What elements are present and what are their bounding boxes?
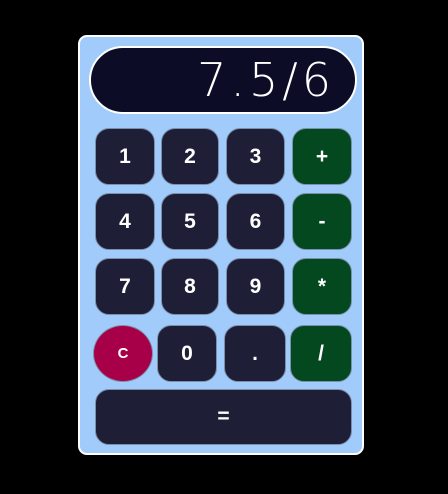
key-5[interactable]: 5 [161, 193, 219, 250]
add-button[interactable]: + [292, 128, 352, 185]
key-2[interactable]: 2 [161, 128, 219, 185]
key-8[interactable]: 8 [161, 258, 219, 315]
key-7[interactable]: 7 [95, 258, 155, 315]
key-9[interactable]: 9 [226, 258, 285, 315]
subtract-button[interactable]: - [292, 193, 352, 250]
decimal-button[interactable]: . [224, 325, 286, 382]
clear-button[interactable]: C [93, 325, 153, 382]
key-3[interactable]: 3 [226, 128, 285, 185]
key-0[interactable]: 0 [157, 325, 217, 382]
display-screen: 7.5/6 [89, 46, 357, 114]
equals-button[interactable]: = [95, 389, 352, 445]
divide-button[interactable]: / [290, 325, 352, 382]
multiply-button[interactable]: * [292, 258, 352, 315]
calculator-body: 7.5/6 1 2 3 + 4 5 6 - 7 8 9 * C 0 . / = [78, 35, 364, 455]
key-1[interactable]: 1 [95, 128, 155, 185]
key-4[interactable]: 4 [95, 193, 155, 250]
key-6[interactable]: 6 [226, 193, 285, 250]
